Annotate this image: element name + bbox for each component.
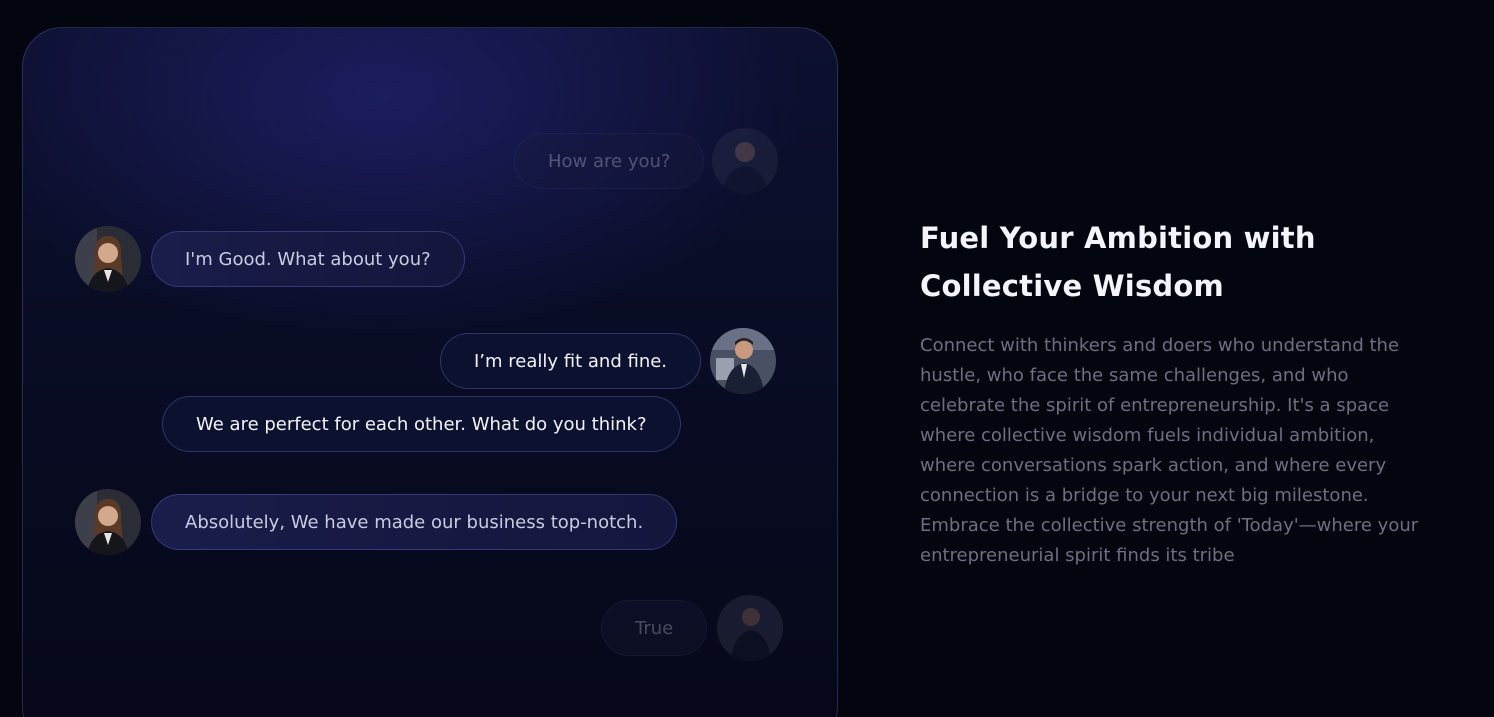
chat-message-row: I'm Good. What about you? [75,226,465,292]
chat-bubble-incoming: I'm Good. What about you? [151,231,465,287]
chat-message-row: Absolutely, We have made our business to… [75,489,678,555]
chat-message-row: We are perfect for each other. What do y… [162,396,681,452]
feature-description: Connect with thinkers and doers who unde… [920,335,1419,566]
feature-heading-line-2: Collective Wisdom [920,269,1224,303]
man-avatar [712,128,779,194]
man-avatar [717,595,784,661]
chat-message-row: How are you? [514,128,779,194]
chat-bubble-outgoing: How are you? [514,133,705,189]
message-text: How are you? [548,150,671,172]
feature-heading-line-1: Fuel Your Ambition with [920,221,1316,255]
message-text: We are perfect for each other. What do y… [196,413,647,435]
woman-avatar [75,489,141,555]
chat-bubble-outgoing: I’m really fit and fine. [440,333,702,389]
feature-heading: Fuel Your Ambition with Collective Wisdo… [920,214,1440,310]
message-text: I'm Good. What about you? [185,248,431,270]
message-text: Absolutely, We have made our business to… [185,511,644,533]
message-text: I’m really fit and fine. [474,350,668,372]
chat-message-row: I’m really fit and fine. [440,328,777,394]
chat-bubble-outgoing: We are perfect for each other. What do y… [162,396,681,452]
page: How are you? I'm Good. What about you? I… [0,0,1494,717]
chat-preview-card: How are you? I'm Good. What about you? I… [22,27,838,717]
woman-avatar [75,226,141,292]
chat-message-row: True [601,595,784,661]
chat-bubble-outgoing: True [601,600,708,656]
chat-bubble-incoming: Absolutely, We have made our business to… [151,494,678,550]
man-avatar [710,328,777,394]
message-text: True [635,617,674,639]
